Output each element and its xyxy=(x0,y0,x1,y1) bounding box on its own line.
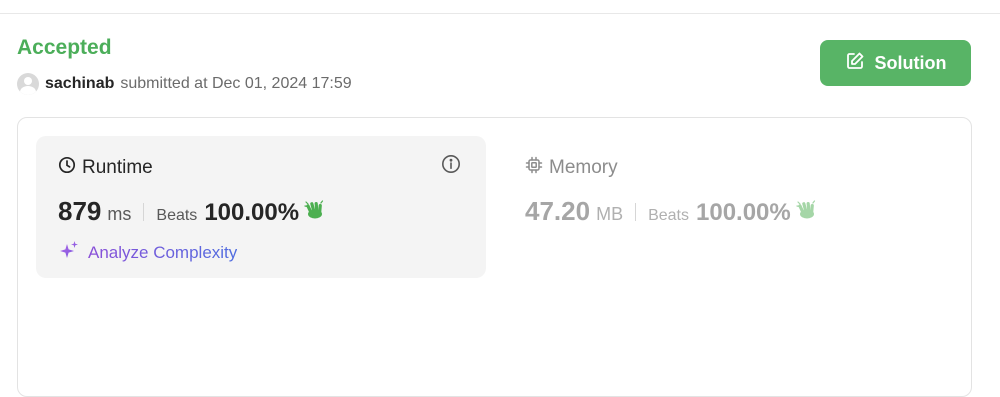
runtime-beats-value: 100.00% xyxy=(204,199,300,226)
submitted-time: submitted at Dec 01, 2024 17:59 xyxy=(120,75,352,92)
memory-title: Memory xyxy=(525,156,618,180)
edit-icon xyxy=(845,51,865,76)
runtime-title: Runtime xyxy=(58,156,153,180)
chip-icon xyxy=(525,156,543,180)
solution-button[interactable]: Solution xyxy=(820,40,971,86)
memory-value: 47.20 xyxy=(525,196,591,226)
memory-metric[interactable]: 47.20 MB Beats 100.00% xyxy=(525,196,818,227)
avatar[interactable] xyxy=(17,73,39,95)
divider xyxy=(143,202,145,221)
clock-icon xyxy=(58,156,76,180)
runtime-label: Runtime xyxy=(82,157,153,178)
divider xyxy=(635,202,637,221)
analyze-complexity-link[interactable]: Analyze Complexity xyxy=(58,239,237,266)
clap-icon xyxy=(304,198,326,225)
memory-label: Memory xyxy=(549,157,618,178)
submission-status: Accepted xyxy=(17,36,112,59)
memory-beats-value: 100.00% xyxy=(696,199,791,226)
memory-unit: MB xyxy=(596,204,624,224)
top-divider xyxy=(0,13,1000,14)
runtime-value: 879 xyxy=(58,196,102,226)
runtime-unit: ms xyxy=(107,204,132,224)
clap-icon xyxy=(796,198,818,225)
submission-info: sachinab submitted at Dec 01, 2024 17:59 xyxy=(17,72,352,96)
runtime-metric: 879 ms Beats 100.00% xyxy=(58,196,326,227)
sparkle-icon xyxy=(58,239,80,266)
username[interactable]: sachinab xyxy=(45,75,114,93)
solution-button-label: Solution xyxy=(874,52,947,73)
memory-beats-label: Beats xyxy=(648,207,689,224)
info-icon[interactable] xyxy=(441,154,461,179)
runtime-beats-label: Beats xyxy=(156,207,198,224)
analyze-complexity-label: Analyze Complexity xyxy=(88,242,238,262)
